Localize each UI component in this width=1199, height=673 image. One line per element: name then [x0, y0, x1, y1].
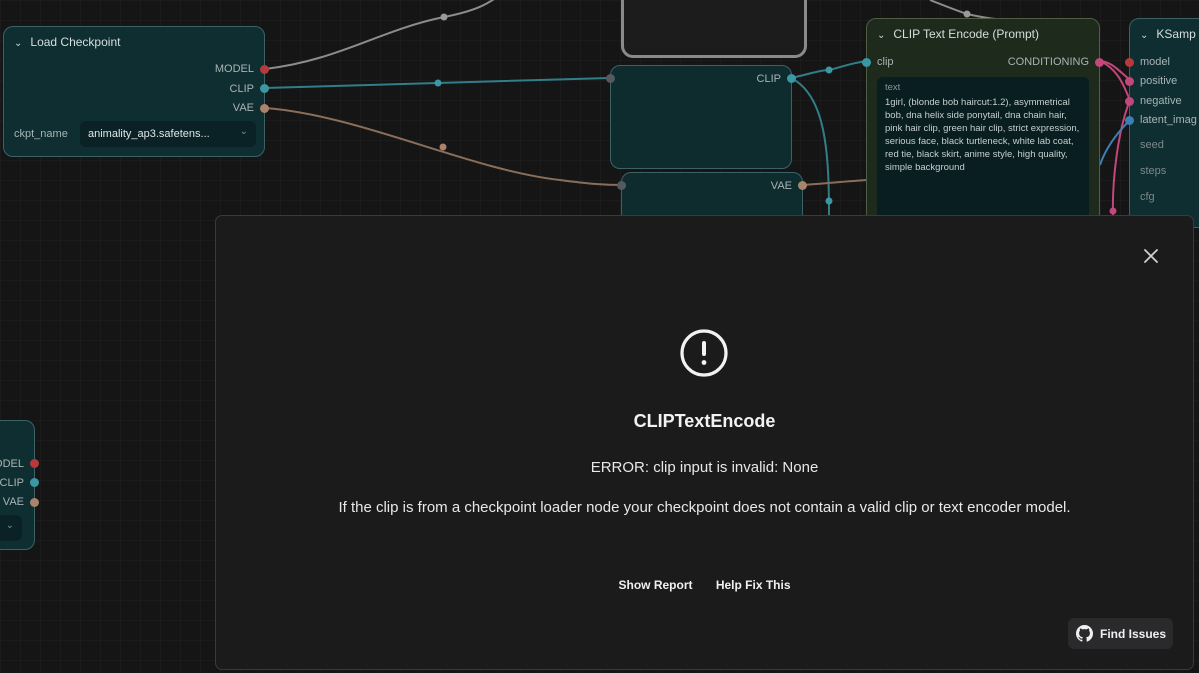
- input-model-label: model: [1140, 56, 1170, 68]
- steps-widget-label[interactable]: steps: [1140, 165, 1166, 177]
- ckpt-select-partial[interactable]: ⌄: [0, 515, 22, 541]
- ksampler-node[interactable]: ⌄ KSamp model positive negative latent_im…: [1125, 18, 1199, 228]
- error-message: ERROR: clip input is invalid: None: [590, 459, 819, 476]
- node-title: ⌄ Load Checkpoint: [14, 35, 121, 49]
- chevron-down-icon: ⌄: [239, 126, 248, 137]
- close-icon[interactable]: [1141, 246, 1161, 266]
- seed-widget-label[interactable]: seed: [1140, 139, 1164, 151]
- input-clip-port[interactable]: [862, 58, 871, 67]
- ckpt-name-select[interactable]: animality_ap3.safetens... ⌄: [80, 121, 256, 147]
- reroute-vae-label: VAE: [770, 180, 792, 192]
- ckpt-name-value: animality_ap3.safetens...: [88, 128, 210, 140]
- find-issues-label: Find Issues: [1100, 626, 1167, 641]
- output-model-label: MODEL: [214, 63, 254, 75]
- output-model-port[interactable]: [30, 459, 39, 468]
- input-clip-label: clip: [877, 56, 894, 68]
- cfg-widget-label[interactable]: cfg: [1140, 191, 1155, 203]
- output-vae-port[interactable]: [260, 104, 269, 113]
- error-alert-icon: [680, 329, 728, 377]
- output-clip-label: CLIP: [0, 477, 24, 489]
- output-vae-port[interactable]: [30, 498, 39, 507]
- input-model-port[interactable]: [1125, 58, 1134, 67]
- help-fix-button[interactable]: Help Fix This: [716, 578, 791, 592]
- reroute-vae-input-port[interactable]: [617, 181, 626, 190]
- output-model-port[interactable]: [260, 65, 269, 74]
- output-clip-port[interactable]: [260, 84, 269, 93]
- chevron-down-icon: ⌄: [5, 520, 14, 531]
- prompt-text-value: 1girl, (blonde bob haircut:1.2), asymmet…: [885, 97, 1080, 173]
- input-positive-label: positive: [1140, 75, 1178, 87]
- output-model-label: ODEL: [0, 458, 24, 470]
- find-issues-button[interactable]: Find Issues: [1068, 618, 1173, 649]
- github-icon: [1076, 625, 1093, 642]
- node-title: ⌄ CLIP Text Encode (Prompt): [877, 27, 1040, 41]
- wire-model: [264, 0, 495, 70]
- chevron-down-icon[interactable]: ⌄: [1140, 30, 1148, 41]
- reroute-node-clip[interactable]: CLIP: [606, 65, 796, 169]
- input-positive-port[interactable]: [1125, 77, 1134, 86]
- wire-vae-right: [802, 179, 869, 186]
- output-conditioning-port[interactable]: [1095, 58, 1104, 67]
- reroute-clip-port[interactable]: [787, 74, 796, 83]
- output-clip-port[interactable]: [30, 478, 39, 487]
- output-vae-label: VAE: [232, 102, 254, 114]
- wire-latent: [1099, 119, 1131, 166]
- input-latent-port[interactable]: [1125, 116, 1134, 125]
- show-report-button[interactable]: Show Report: [618, 578, 692, 592]
- load-checkpoint-node[interactable]: ⌄ Load Checkpoint MODEL CLIP VAE ckpt_nam…: [3, 26, 269, 157]
- output-clip-label: CLIP: [229, 83, 254, 95]
- chevron-down-icon[interactable]: ⌄: [877, 30, 885, 41]
- reroute-vae-port[interactable]: [798, 181, 807, 190]
- chevron-down-icon[interactable]: ⌄: [14, 38, 22, 49]
- input-negative-label: negative: [1140, 95, 1182, 107]
- ckpt-name-label: ckpt_name: [14, 128, 68, 140]
- group-node-top[interactable]: [621, 0, 807, 58]
- error-dialog: CLIPTextEncode ERROR: clip input is inva…: [215, 215, 1194, 670]
- input-negative-port[interactable]: [1125, 97, 1134, 106]
- error-description: If the clip is from a checkpoint loader …: [338, 499, 1071, 516]
- prompt-text-area[interactable]: text 1girl, (blonde bob haircut:1.2), as…: [877, 77, 1089, 227]
- reroute-clip-input-port[interactable]: [606, 74, 615, 83]
- dialog-title: CLIPTextEncode: [633, 411, 776, 431]
- wire-top-right: [929, 0, 1011, 21]
- input-latent-label: latent_imag: [1140, 114, 1197, 126]
- output-vae-label: VAE: [2, 496, 24, 508]
- clip-text-encode-node[interactable]: ⌄ CLIP Text Encode (Prompt) clip CONDITIO…: [862, 18, 1104, 228]
- node-title: ⌄ KSamp: [1140, 27, 1196, 41]
- left-partial-node[interactable]: ODEL CLIP VAE ⌄: [0, 420, 39, 550]
- reroute-clip-label: CLIP: [756, 73, 781, 85]
- prompt-text-label: text: [885, 82, 901, 93]
- dialog-actions: Show Report Help Fix This: [216, 578, 1193, 592]
- graph-canvas[interactable]: ⌄ Load Checkpoint MODEL CLIP VAE ckpt_nam…: [0, 0, 1199, 673]
- output-conditioning-label: CONDITIONING: [1007, 56, 1089, 68]
